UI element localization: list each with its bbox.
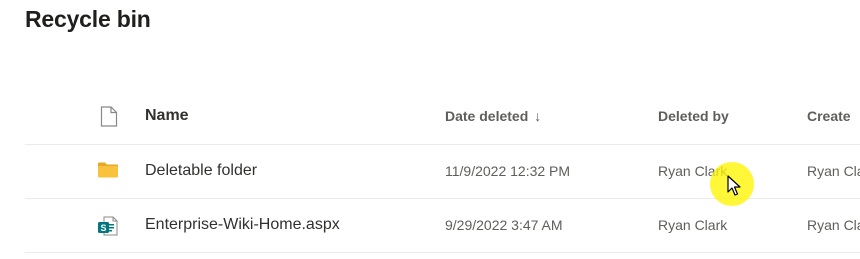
file-name[interactable]: Enterprise-Wiki-Home.aspx bbox=[145, 216, 340, 234]
mouse-pointer-icon bbox=[727, 175, 741, 202]
column-header-name[interactable]: Name bbox=[145, 107, 189, 125]
table-row[interactable]: S Enterprise-Wiki-Home.aspx 9/29/2022 3:… bbox=[25, 199, 860, 253]
column-header-row: Name Date deleted ↓ Deleted by Create bbox=[25, 90, 860, 145]
column-header-date-deleted[interactable]: Date deleted ↓ bbox=[445, 108, 541, 124]
created-by: Ryan Cla bbox=[807, 217, 860, 233]
column-header-created-by[interactable]: Create bbox=[807, 108, 851, 124]
column-header-deleted-by[interactable]: Deleted by bbox=[658, 108, 729, 124]
column-header-date-deleted-label: Date deleted bbox=[445, 108, 529, 124]
file-name[interactable]: Deletable folder bbox=[145, 162, 257, 180]
date-deleted: 9/29/2022 3:47 AM bbox=[445, 217, 563, 233]
sort-descending-icon: ↓ bbox=[534, 108, 542, 124]
document-icon[interactable] bbox=[100, 106, 118, 132]
deleted-by: Ryan Clark bbox=[658, 217, 728, 233]
date-deleted: 11/9/2022 12:32 PM bbox=[445, 163, 571, 179]
folder-icon bbox=[97, 161, 119, 184]
svg-text:S: S bbox=[100, 223, 106, 233]
created-by: Ryan Cla bbox=[807, 163, 860, 179]
sharepoint-page-icon: S bbox=[97, 215, 119, 242]
page-title: Recycle bin bbox=[25, 6, 151, 32]
